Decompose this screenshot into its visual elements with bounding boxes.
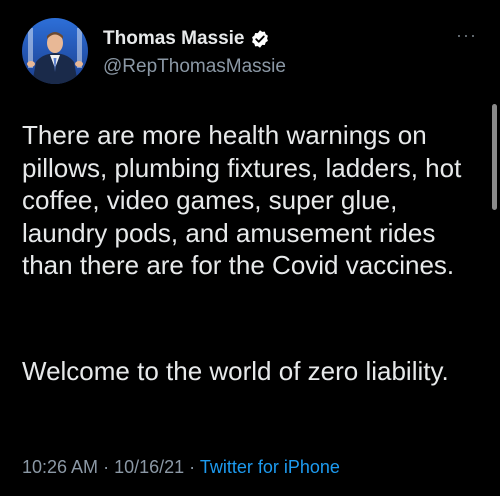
verified-badge-icon <box>250 29 270 49</box>
tweet-meta: 10:26 AM · 10/16/21 · Twitter for iPhone <box>22 457 340 478</box>
tweet-source-link[interactable]: Twitter for iPhone <box>200 457 340 477</box>
tweet-date[interactable]: 10/16/21 <box>114 457 184 477</box>
author-row: Thomas Massie <box>103 28 270 50</box>
tweet-text: There are more health warnings on pillow… <box>22 120 462 280</box>
avatar-image <box>22 18 88 84</box>
tweet-text-paragraph-2: Welcome to the world of zero liability. <box>22 356 449 386</box>
author-handle[interactable]: @RepThomasMassie <box>103 56 286 78</box>
meta-separator: · <box>98 457 115 477</box>
avatar[interactable] <box>22 18 88 84</box>
meta-separator: · <box>184 457 200 477</box>
tweet-time[interactable]: 10:26 AM <box>22 457 98 477</box>
more-options-icon[interactable]: ··· <box>456 26 477 44</box>
tweet: Thomas Massie @RepThomasMassie ··· There… <box>0 0 500 496</box>
scrollbar[interactable] <box>492 104 497 210</box>
author-name[interactable]: Thomas Massie <box>103 28 245 50</box>
